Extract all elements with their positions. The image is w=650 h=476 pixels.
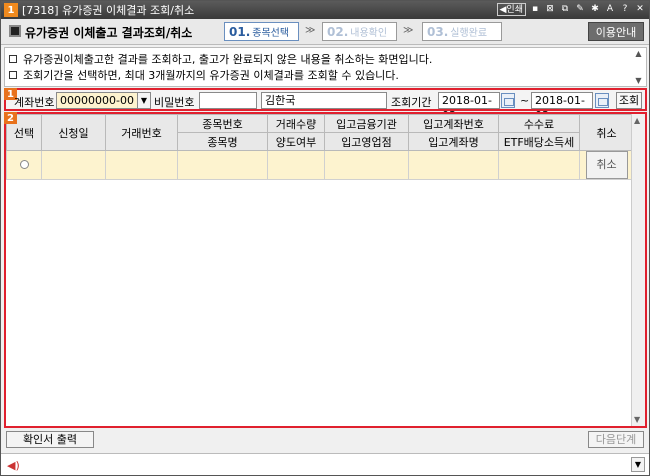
- table-cell: [267, 150, 325, 180]
- password-input[interactable]: [199, 92, 257, 109]
- scroll-up-icon[interactable]: ▲: [635, 49, 641, 58]
- step-2-label: 내용확인: [350, 28, 388, 39]
- titlebar-icons: ◀인쇄 ▪ ⊠ ⧉ ✎ ✱ A ? ✕: [496, 3, 646, 16]
- step-1-num: 01.: [229, 24, 251, 39]
- table-cell: [324, 150, 409, 180]
- row-select-cell[interactable]: [6, 150, 42, 180]
- table-cell: [408, 150, 499, 180]
- window-title: [7318] 유가증권 이체결과 조회/취소: [22, 4, 195, 17]
- step-3-label: 실행완료: [450, 28, 488, 39]
- step-arrow-icon: ≫: [403, 25, 414, 36]
- table-scrollbar[interactable]: ▲ ▼: [631, 114, 645, 426]
- col-apply-date: 신청일: [41, 114, 106, 151]
- col-fee: 수수료: [498, 114, 580, 133]
- bullet-icon: [9, 71, 17, 79]
- notice-text-2: 조회기간을 선택하면, 최대 3개월까지의 유가증권 이체결과를 조회할 수 있…: [23, 69, 399, 82]
- settings-icon[interactable]: ✱: [589, 3, 601, 16]
- step-1-label: 종목선택: [252, 28, 290, 39]
- app-logo-icon: 1: [4, 3, 18, 17]
- help-icon[interactable]: ?: [619, 3, 631, 16]
- chevron-down-icon[interactable]: ▼: [137, 92, 151, 109]
- calendar-icon[interactable]: [501, 93, 515, 108]
- step-3-num: 03.: [427, 24, 449, 39]
- print-confirmation-button[interactable]: 확인서 출력: [6, 431, 94, 448]
- header-row: 선택 신청일 거래번호 종목번호 거래수량 입고금융기관 입고계좌번호 수수료 …: [6, 114, 634, 151]
- speaker-icon[interactable]: ◀): [7, 459, 20, 472]
- copy-icon[interactable]: ⧉: [559, 3, 571, 16]
- result-table: 선택 신청일 거래번호 종목번호 거래수량 입고금융기관 입고계좌번호 수수료 …: [6, 114, 634, 180]
- step-arrow-icon: ≫: [305, 25, 316, 36]
- row-cancel-button[interactable]: 취소: [585, 151, 628, 179]
- table-cell: [41, 150, 106, 180]
- period-label: 조회기간: [391, 96, 432, 109]
- notice-line: 조회기간을 선택하면, 최대 3개월까지의 유가증권 이체결과를 조회할 수 있…: [9, 67, 642, 83]
- notice-scrollbar[interactable]: ▲ ▼: [632, 49, 645, 85]
- app-window: 1 [7318] 유가증권 이체결과 조회/취소 ◀인쇄 ▪ ⊠ ⧉ ✎ ✱ A…: [0, 0, 650, 476]
- chevron-down-icon[interactable]: ▼: [631, 457, 645, 472]
- scroll-down-icon[interactable]: ▼: [635, 76, 641, 85]
- account-name-field: 김한국: [261, 92, 387, 109]
- notice-text-1: 유가증권이체출고한 결과를 조회하고, 출고가 완료되지 않은 내용을 취소하는…: [23, 53, 433, 66]
- table-cell: [177, 150, 268, 180]
- query-section: 1 계좌번호 00000000-00 ▼ 비밀번호 김한국 조회기간 2018-…: [4, 88, 647, 122]
- row-cancel-cell: 취소: [579, 150, 634, 180]
- step-1[interactable]: 01. 종목선택: [224, 22, 299, 41]
- password-label: 비밀번호: [154, 96, 195, 109]
- section-2-badge: 2: [4, 112, 17, 124]
- col-branch: 입고영업점: [324, 132, 409, 151]
- col-etf-tax: ETF배당소득세: [498, 132, 580, 151]
- help-guide-button[interactable]: 이용안내: [588, 22, 644, 41]
- memo-icon[interactable]: ▪: [529, 3, 541, 16]
- font-icon[interactable]: A: [604, 3, 616, 16]
- notice-line: 유가증권이체출고한 결과를 조회하고, 출고가 완료되지 않은 내용을 취소하는…: [9, 51, 642, 67]
- col-institution: 입고금융기관: [324, 114, 409, 133]
- date-from-input[interactable]: 2018-01-03: [438, 92, 500, 122]
- step-3[interactable]: 03. 실행완료: [422, 22, 502, 41]
- print-icon[interactable]: ◀인쇄: [496, 3, 526, 16]
- page-title: 유가증권 이체출고 결과조회/취소: [25, 26, 193, 40]
- col-code: 종목번호: [177, 114, 268, 133]
- scroll-up-icon[interactable]: ▲: [634, 116, 640, 125]
- result-section: 선택 신청일 거래번호 종목번호 거래수량 입고금융기관 입고계좌번호 수수료 …: [4, 112, 647, 428]
- table-cell: [105, 150, 178, 180]
- col-account-name: 입고계좌명: [408, 132, 499, 151]
- title-bar: 1 [7318] 유가증권 이체결과 조회/취소 ◀인쇄 ▪ ⊠ ⧉ ✎ ✱ A…: [1, 1, 649, 19]
- table-row[interactable]: 취소: [6, 150, 634, 180]
- account-select[interactable]: 00000000-00: [56, 92, 138, 109]
- scroll-down-icon[interactable]: ▼: [634, 415, 640, 424]
- step-2[interactable]: 02. 내용확인: [322, 22, 397, 41]
- bullet-icon: [9, 55, 17, 63]
- screen-icon-square: [9, 25, 21, 37]
- period-tilde: ~: [520, 94, 530, 107]
- next-step-button[interactable]: 다음단계: [588, 431, 644, 448]
- col-cancel: 취소: [579, 114, 634, 151]
- search-button[interactable]: 조회: [616, 92, 642, 109]
- screen-header: 유가증권 이체출고 결과조회/취소 01. 종목선택 ≫ 02. 내용확인 ≫ …: [1, 19, 649, 45]
- col-account-no: 입고계좌번호: [408, 114, 499, 133]
- table-cell: [498, 150, 580, 180]
- col-stock-name: 종목명: [177, 132, 268, 151]
- col-qty: 거래수량: [267, 114, 325, 133]
- edit-icon[interactable]: ✎: [574, 3, 586, 16]
- radio-button[interactable]: [19, 159, 29, 169]
- step-2-num: 02.: [327, 24, 349, 39]
- col-transfer-flag: 양도여부: [267, 132, 325, 151]
- screen-icon[interactable]: ⊠: [544, 3, 556, 16]
- status-bar: ◀) ▼: [1, 453, 649, 475]
- calendar-icon[interactable]: [595, 93, 609, 108]
- date-to-input[interactable]: 2018-01-03: [531, 92, 593, 122]
- col-trade-no: 거래번호: [105, 114, 178, 151]
- account-label: 계좌번호: [14, 96, 55, 109]
- close-icon[interactable]: ✕: [634, 3, 646, 16]
- notice-box: 유가증권이체출고한 결과를 조회하고, 출고가 완료되지 않은 내용을 취소하는…: [4, 47, 647, 87]
